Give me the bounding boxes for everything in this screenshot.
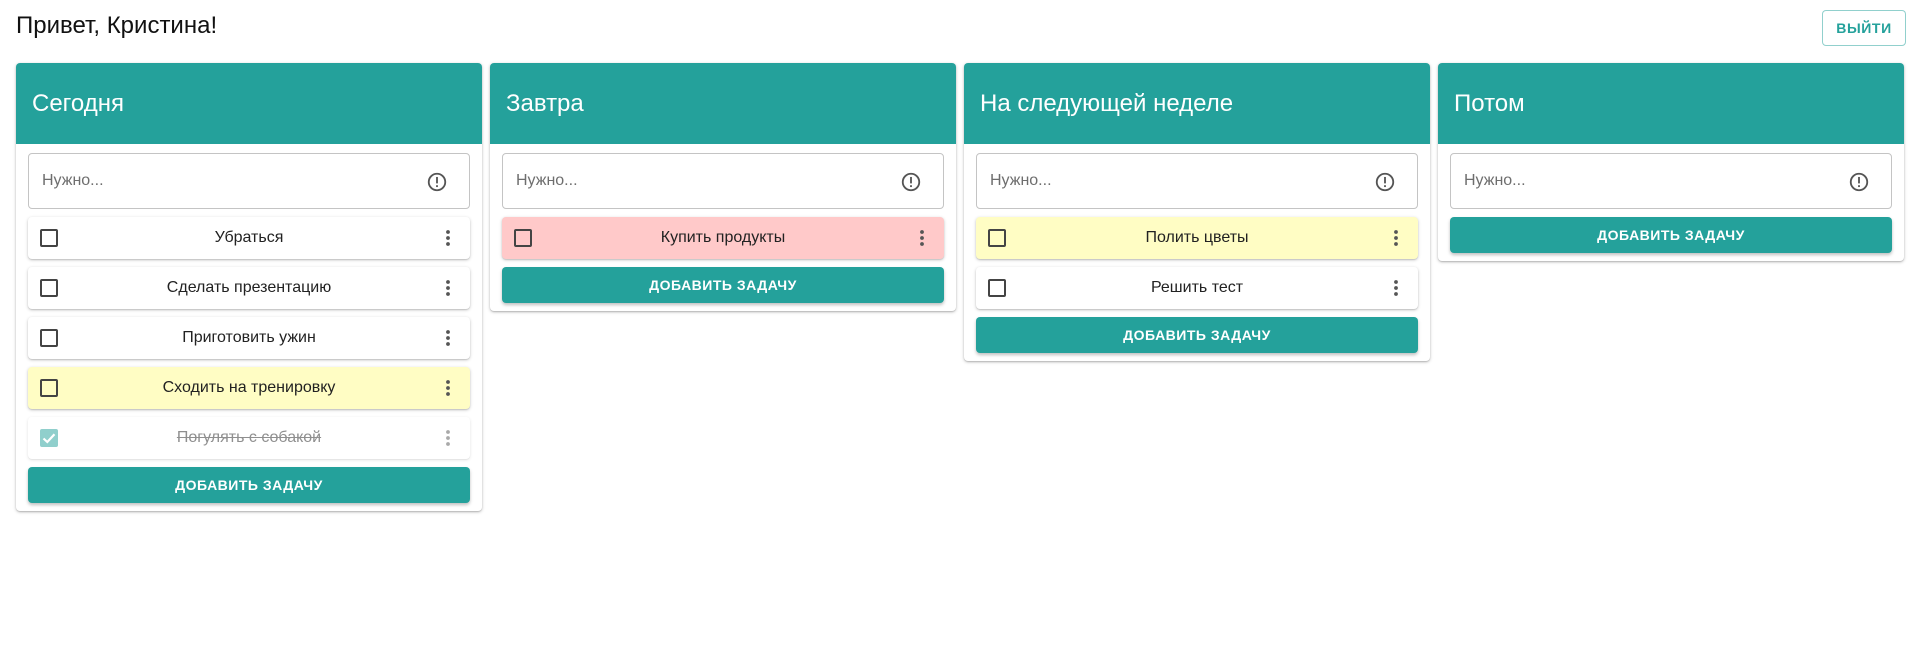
task-item[interactable]: Приготовить ужин bbox=[28, 317, 470, 359]
new-task-input[interactable] bbox=[1451, 171, 1846, 191]
new-task-field bbox=[28, 153, 470, 209]
column-today: Сегодня Убраться Сделать презентацию Пригот… bbox=[16, 63, 482, 511]
task-checkbox[interactable] bbox=[40, 379, 58, 397]
task-label: Сходить на тренировку bbox=[162, 379, 336, 396]
task-label: Купить продукты bbox=[660, 229, 786, 246]
task-checkbox-checked[interactable] bbox=[40, 429, 58, 447]
new-task-field bbox=[1450, 153, 1892, 209]
column-header: Завтра bbox=[490, 63, 956, 144]
column-title: Завтра bbox=[506, 89, 584, 117]
column-title: На следующей неделе bbox=[980, 89, 1234, 117]
column-header: На следующей неделе bbox=[964, 63, 1430, 144]
task-label: Сделать презентацию bbox=[166, 279, 332, 296]
add-task-button[interactable]: ДОБАВИТЬ ЗАДАЧУ bbox=[502, 267, 944, 303]
add-task-button[interactable]: ДОБАВИТЬ ЗАДАЧУ bbox=[28, 467, 470, 503]
task-label: Погулять с собакой bbox=[176, 429, 322, 446]
column-title: Потом bbox=[1454, 89, 1525, 117]
column-body: Убраться Сделать презентацию Приготовить у… bbox=[16, 144, 482, 503]
task-checkbox[interactable] bbox=[514, 229, 532, 247]
task-label: Решить тест bbox=[1150, 279, 1244, 296]
column-later: Потом ДОБАВИТЬ ЗАДАЧУ bbox=[1438, 63, 1904, 261]
new-task-field bbox=[976, 153, 1418, 209]
more-vert-icon[interactable] bbox=[1386, 228, 1406, 248]
priority-alert-icon[interactable] bbox=[426, 171, 448, 193]
top-bar: Привет, Кристина! ВЫЙТИ bbox=[0, 0, 1920, 60]
more-vert-icon[interactable] bbox=[912, 228, 932, 248]
task-label: Приготовить ужин bbox=[182, 329, 316, 346]
logout-button[interactable]: ВЫЙТИ bbox=[1822, 10, 1906, 46]
more-vert-icon[interactable] bbox=[1386, 278, 1406, 298]
column-title: Сегодня bbox=[32, 89, 124, 117]
task-item[interactable]: Купить продукты bbox=[502, 217, 944, 259]
column-next-week: На следующей неделе Полить цветы Решить те… bbox=[964, 63, 1430, 361]
task-item[interactable]: Сходить на тренировку bbox=[28, 367, 470, 409]
more-vert-icon[interactable] bbox=[438, 378, 458, 398]
new-task-input[interactable] bbox=[977, 171, 1372, 191]
add-task-button[interactable]: ДОБАВИТЬ ЗАДАЧУ bbox=[1450, 217, 1892, 253]
task-checkbox[interactable] bbox=[988, 279, 1006, 297]
task-item[interactable]: Полить цветы bbox=[976, 217, 1418, 259]
task-item[interactable]: Погулять с собакой bbox=[28, 417, 470, 459]
column-tomorrow: Завтра Купить продукты ДОБАВИТЬ ЗАДАЧУ bbox=[490, 63, 956, 311]
priority-alert-icon[interactable] bbox=[1848, 171, 1870, 193]
task-checkbox[interactable] bbox=[40, 229, 58, 247]
add-task-button[interactable]: ДОБАВИТЬ ЗАДАЧУ bbox=[976, 317, 1418, 353]
greeting-title: Привет, Кристина! bbox=[16, 12, 218, 39]
task-checkbox[interactable] bbox=[40, 329, 58, 347]
column-body: Купить продукты ДОБАВИТЬ ЗАДАЧУ bbox=[490, 144, 956, 303]
new-task-field bbox=[502, 153, 944, 209]
task-board: Сегодня Убраться Сделать презентацию Пригот… bbox=[16, 63, 1904, 511]
column-header: Потом bbox=[1438, 63, 1904, 144]
column-body: Полить цветы Решить тест ДОБАВИТЬ ЗАДАЧУ bbox=[964, 144, 1430, 353]
column-body: ДОБАВИТЬ ЗАДАЧУ bbox=[1438, 144, 1904, 253]
more-vert-icon[interactable] bbox=[438, 328, 458, 348]
task-checkbox[interactable] bbox=[988, 229, 1006, 247]
priority-alert-icon[interactable] bbox=[1374, 171, 1396, 193]
more-vert-icon[interactable] bbox=[438, 278, 458, 298]
new-task-input[interactable] bbox=[503, 171, 898, 191]
new-task-input[interactable] bbox=[29, 171, 424, 191]
more-vert-icon[interactable] bbox=[438, 428, 458, 448]
task-checkbox[interactable] bbox=[40, 279, 58, 297]
task-label: Полить цветы bbox=[1145, 229, 1249, 246]
task-label: Убраться bbox=[214, 229, 284, 246]
more-vert-icon[interactable] bbox=[438, 228, 458, 248]
priority-alert-icon[interactable] bbox=[900, 171, 922, 193]
task-item[interactable]: Решить тест bbox=[976, 267, 1418, 309]
task-item[interactable]: Сделать презентацию bbox=[28, 267, 470, 309]
column-header: Сегодня bbox=[16, 63, 482, 144]
task-item[interactable]: Убраться bbox=[28, 217, 470, 259]
